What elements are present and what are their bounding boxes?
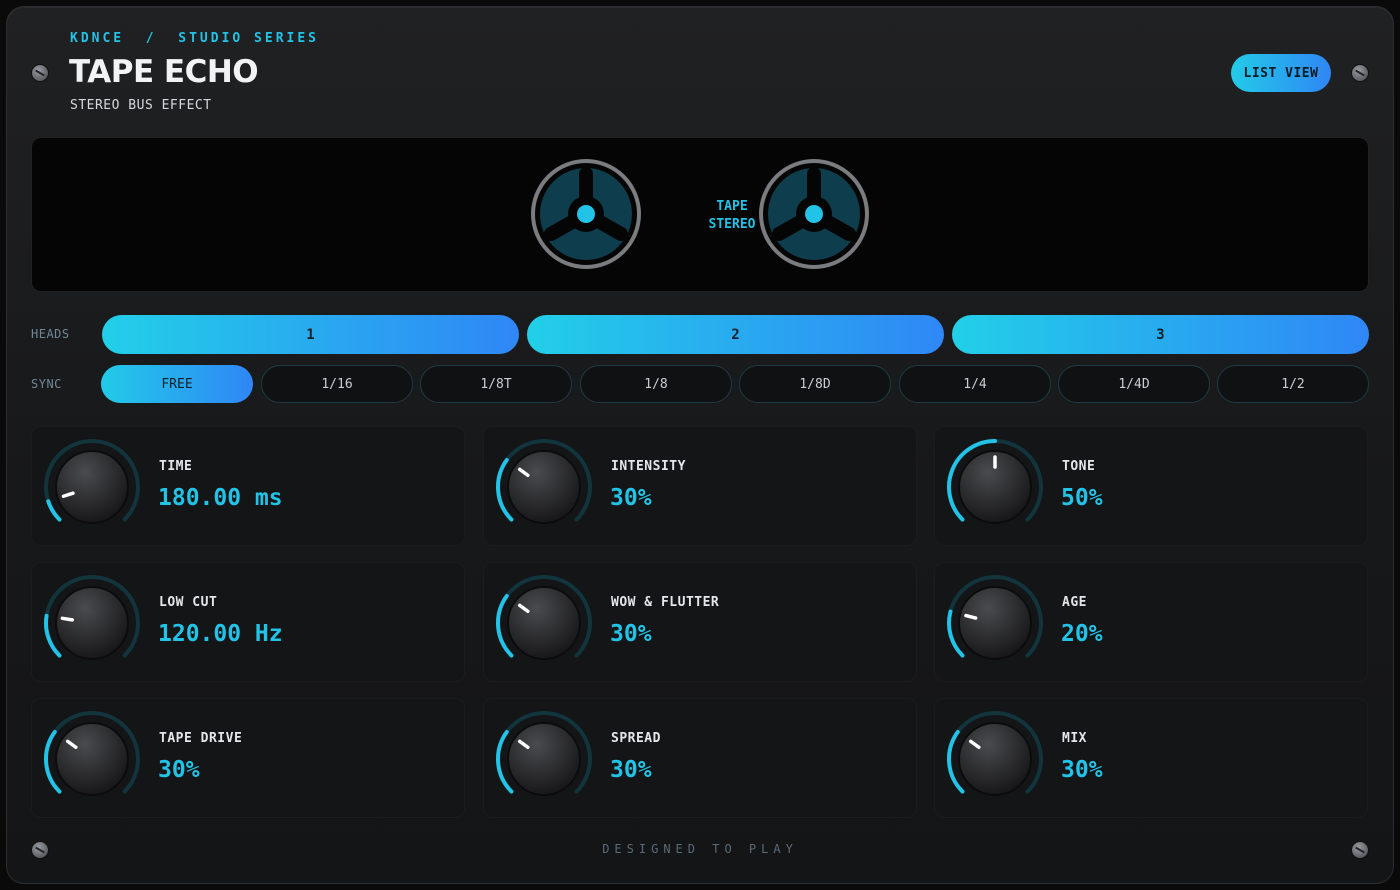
plugin-title: TAPE ECHO bbox=[69, 54, 259, 90]
mix-knob[interactable] bbox=[943, 707, 1047, 811]
param-card-low-cut: LOW CUT 120.00 Hz bbox=[31, 562, 465, 682]
brand-breadcrumb: KDNCE / STUDIO SERIES bbox=[70, 31, 320, 46]
knob-body bbox=[55, 450, 129, 524]
intensity-knob[interactable] bbox=[492, 435, 596, 539]
param-card-wow-flutter: WOW & FLUTTER 30% bbox=[483, 562, 917, 682]
sync-1-2-button[interactable]: 1/2 bbox=[1217, 365, 1369, 403]
param-label: LOW CUT bbox=[159, 595, 218, 610]
param-card-tape-drive: TAPE DRIVE 30% bbox=[31, 698, 465, 818]
param-label: SPREAD bbox=[611, 731, 661, 746]
wow-flutter-knob[interactable] bbox=[492, 571, 596, 675]
head-2-button[interactable]: 2 bbox=[527, 315, 944, 354]
knob-body bbox=[55, 722, 129, 796]
heads-label: HEADS bbox=[31, 327, 70, 341]
sync-1-4d-button[interactable]: 1/4D bbox=[1058, 365, 1210, 403]
knob-body bbox=[55, 586, 129, 660]
knob-indicator bbox=[964, 613, 978, 620]
knob-body bbox=[507, 722, 581, 796]
knob-body bbox=[958, 722, 1032, 796]
param-card-intensity: INTENSITY 30% bbox=[483, 426, 917, 546]
param-label: INTENSITY bbox=[611, 459, 686, 474]
sync-label: SYNC bbox=[31, 377, 62, 391]
param-value: 30% bbox=[158, 757, 200, 783]
knob-indicator bbox=[60, 616, 74, 622]
spread-knob[interactable] bbox=[492, 707, 596, 811]
tape-reel-right-icon bbox=[759, 159, 869, 269]
param-card-mix: MIX 30% bbox=[934, 698, 1368, 818]
knob-body bbox=[958, 586, 1032, 660]
screw-icon bbox=[32, 65, 48, 81]
tape-reel-left-icon bbox=[531, 159, 641, 269]
param-value: 30% bbox=[610, 485, 652, 511]
param-value: 120.00 Hz bbox=[158, 621, 283, 647]
time-knob[interactable] bbox=[40, 435, 144, 539]
param-value: 30% bbox=[1061, 757, 1103, 783]
head-3-button[interactable]: 3 bbox=[952, 315, 1369, 354]
sync-free-button[interactable]: FREE bbox=[101, 365, 253, 403]
param-card-time: TIME 180.00 ms bbox=[31, 426, 465, 546]
param-value: 30% bbox=[610, 621, 652, 647]
param-value: 180.00 ms bbox=[158, 485, 283, 511]
head-1-button[interactable]: 1 bbox=[102, 315, 519, 354]
list-view-button[interactable]: LIST VIEW bbox=[1231, 54, 1331, 92]
param-label: TONE bbox=[1062, 459, 1096, 474]
sync-1-8-button[interactable]: 1/8 bbox=[580, 365, 732, 403]
plugin-subtitle: STEREO BUS EFFECT bbox=[70, 98, 212, 113]
param-value: 20% bbox=[1061, 621, 1103, 647]
param-label: WOW & FLUTTER bbox=[611, 595, 720, 610]
knob-body bbox=[507, 586, 581, 660]
param-label: TIME bbox=[159, 459, 193, 474]
sync-1-8d-button[interactable]: 1/8D bbox=[739, 365, 891, 403]
param-card-tone: TONE 50% bbox=[934, 426, 1368, 546]
screw-icon bbox=[1352, 65, 1368, 81]
age-knob[interactable] bbox=[943, 571, 1047, 675]
param-label: AGE bbox=[1062, 595, 1087, 610]
param-label: TAPE DRIVE bbox=[159, 731, 243, 746]
param-card-age: AGE 20% bbox=[934, 562, 1368, 682]
sync-1-8t-button[interactable]: 1/8T bbox=[420, 365, 572, 403]
sync-1-16-button[interactable]: 1/16 bbox=[261, 365, 413, 403]
knob-body bbox=[507, 450, 581, 524]
param-card-spread: SPREAD 30% bbox=[483, 698, 917, 818]
tape-display: TAPE STEREO bbox=[31, 137, 1369, 292]
tone-knob[interactable] bbox=[943, 435, 1047, 539]
param-label: MIX bbox=[1062, 731, 1087, 746]
param-value: 50% bbox=[1061, 485, 1103, 511]
sync-1-4-button[interactable]: 1/4 bbox=[899, 365, 1051, 403]
low-cut-knob[interactable] bbox=[40, 571, 144, 675]
footer-tagline: DESIGNED TO PLAY bbox=[602, 842, 798, 856]
param-value: 30% bbox=[610, 757, 652, 783]
tape-drive-knob[interactable] bbox=[40, 707, 144, 811]
